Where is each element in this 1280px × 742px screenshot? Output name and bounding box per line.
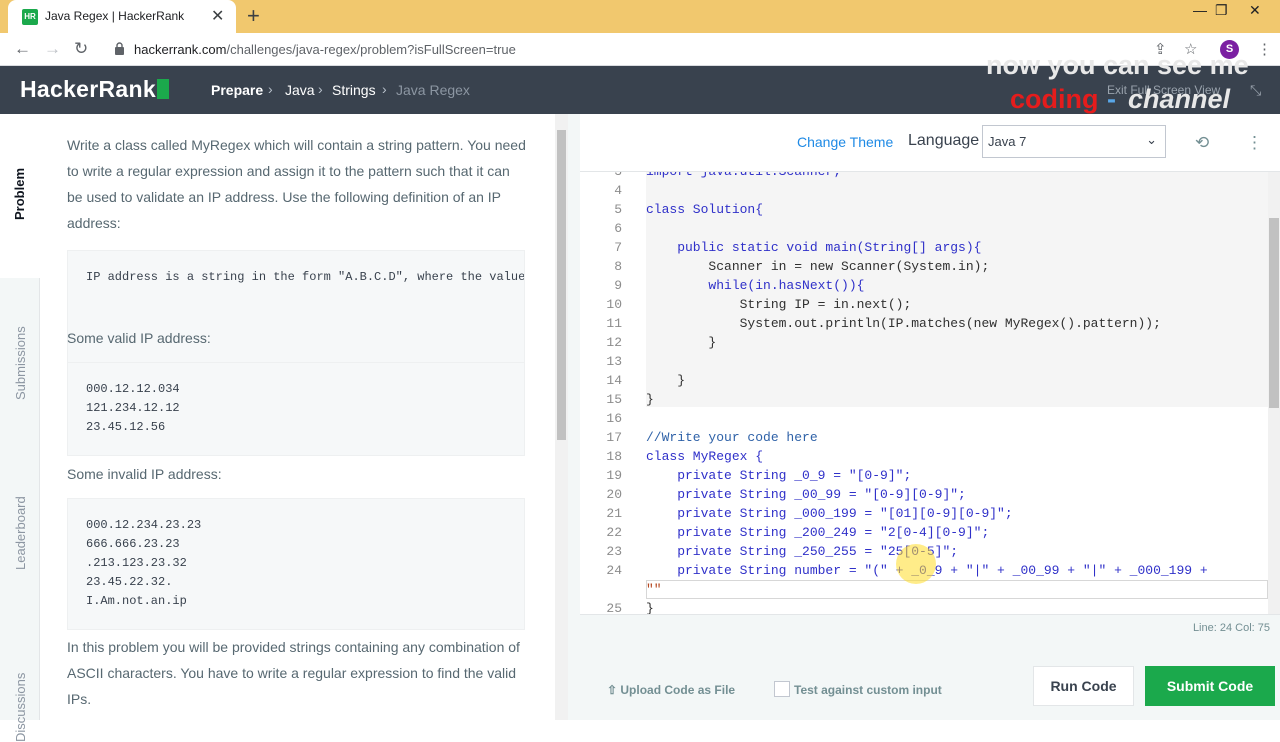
lock-icon (115, 42, 124, 55)
editor-toolbar: Change Theme Language Java 7 ⌄ ⟲ ⋮ (580, 114, 1280, 172)
code-line[interactable]: 17//Write your code here (580, 428, 1268, 447)
browser-tab-bar: HR Java Regex | HackerRank ✕ + — ❐ ✕ (0, 0, 1280, 33)
hackerrank-logo[interactable]: HackerRank (20, 76, 169, 103)
vscroll-thumb[interactable] (557, 130, 566, 440)
code-line[interactable]: 13 (580, 352, 1268, 371)
logo-block-icon (156, 79, 169, 99)
language-select[interactable]: Java 7 ⌄ (982, 125, 1166, 158)
code-line[interactable]: 20 private String _00_99 = "[0-9][0-9]"; (580, 485, 1268, 504)
chevron-right-icon: › (318, 81, 323, 97)
code-line[interactable]: 15} (580, 390, 1268, 409)
valid-examples-box: 000.12.12.034 121.234.12.12 23.45.12.56 (67, 362, 525, 456)
browser-tab[interactable]: HR Java Regex | HackerRank ✕ (8, 0, 236, 33)
reload-icon[interactable]: ↻ (74, 39, 88, 59)
breadcrumb-java[interactable]: Java (285, 82, 315, 98)
problem-pane: Write a class called MyRegex which will … (40, 114, 570, 720)
watermark-dash: - (1107, 84, 1116, 114)
tab-leaderboard[interactable]: Leaderboard (13, 496, 28, 570)
code-line[interactable]: 3import java.util.Scanner; (580, 172, 1268, 181)
more-options-icon[interactable]: ⋮ (1246, 133, 1263, 153)
invalid-examples-box: 000.12.234.23.23 666.666.23.23 .213.123.… (67, 498, 525, 630)
code-line[interactable]: 6 (580, 219, 1268, 238)
code-line[interactable]: 10 String IP = in.next(); (580, 295, 1268, 314)
code-line[interactable]: 11 System.out.println(IP.matches(new MyR… (580, 314, 1268, 333)
valid-heading: Some valid IP address: (67, 330, 211, 346)
language-value: Java 7 (988, 134, 1027, 149)
window-close-icon[interactable]: ✕ (1249, 2, 1261, 19)
editor-pane: Change Theme Language Java 7 ⌄ ⟲ ⋮ 3impo… (580, 114, 1280, 720)
breadcrumb-java-regex: Java Regex (396, 82, 470, 98)
tab-problem[interactable]: Problem (12, 168, 27, 220)
breadcrumb-prepare[interactable]: Prepare (211, 82, 263, 98)
editor-actions: ⇧ Upload Code as File Test against custo… (580, 640, 1280, 720)
pane-splitter[interactable] (568, 114, 580, 720)
custom-input-checkbox[interactable] (774, 681, 790, 697)
tab-title: Java Regex | HackerRank (45, 9, 185, 23)
code-line[interactable]: 9 while(in.hasNext()){ (580, 276, 1268, 295)
valid-examples: 000.12.12.034 121.234.12.12 23.45.12.56 (86, 382, 180, 434)
code-line[interactable]: 19 private String _0_9 = "[0-9]"; (580, 466, 1268, 485)
tab-submissions[interactable]: Submissions (13, 326, 28, 400)
editor-status-bar: Line: 24 Col: 75 (580, 614, 1280, 640)
watermark-coding: coding (1010, 84, 1099, 114)
maximize-icon[interactable]: ❐ (1215, 2, 1228, 19)
upload-icon: ⇧ (607, 683, 621, 697)
code-line[interactable]: 8 Scanner in = new Scanner(System.in); (580, 257, 1268, 276)
url-path: /challenges/java-regex/problem?isFullScr… (226, 42, 516, 57)
chevron-down-icon: ⌄ (1146, 132, 1157, 147)
chevron-right-icon: › (382, 81, 387, 97)
new-tab-icon[interactable]: + (247, 3, 260, 29)
watermark-line1: now you can see me (986, 50, 1249, 80)
code-line[interactable]: 18 class MyRegex { (580, 447, 1268, 466)
code-line[interactable]: 5 class Solution{ (580, 200, 1268, 219)
upload-code-link[interactable]: ⇧ Upload Code as File (607, 683, 735, 697)
invalid-heading: Some invalid IP address: (67, 466, 222, 482)
chevron-right-icon: › (268, 81, 273, 97)
problem-intro: Write a class called MyRegex which will … (67, 137, 526, 231)
browser-menu-icon[interactable]: ⋮ (1257, 40, 1272, 58)
forward-arrow-icon[interactable]: → (44, 39, 61, 59)
code-line[interactable]: 14 } (580, 371, 1268, 390)
run-code-button[interactable]: Run Code (1033, 666, 1134, 706)
change-theme-link[interactable]: Change Theme (797, 134, 893, 150)
back-arrow-icon[interactable]: ← (14, 39, 31, 59)
tab-discussions[interactable]: Discussions (13, 673, 28, 742)
ip-definition-text: IP address is a string in the form "A.B.… (86, 270, 524, 284)
minimize-icon[interactable]: — (1193, 2, 1207, 18)
code-line[interactable]: 21 private String _000_199 = "[01][0-9][… (580, 504, 1268, 523)
custom-input-label[interactable]: Test against custom input (794, 683, 942, 697)
url-field[interactable]: hackerrank.com/challenges/java-regex/pro… (134, 42, 516, 57)
problem-vscrollbar[interactable] (555, 114, 568, 720)
code-line[interactable]: 12 } (580, 333, 1268, 352)
code-editor[interactable]: 3import java.util.Scanner; 4 5class Solu… (580, 172, 1280, 640)
editor-vscroll-thumb[interactable] (1269, 218, 1279, 408)
mouse-click-highlight (896, 544, 936, 584)
problem-footer-text: In this problem you will be provided str… (67, 639, 520, 707)
watermark-channel: channel (1128, 84, 1231, 114)
close-tab-icon[interactable]: ✕ (211, 6, 224, 26)
hackerrank-favicon-icon: HR (22, 9, 38, 25)
submit-code-button[interactable]: Submit Code (1145, 666, 1275, 706)
invalid-examples: 000.12.234.23.23 666.666.23.23 .213.123.… (86, 518, 202, 608)
upload-label: Upload Code as File (620, 683, 736, 697)
code-line[interactable]: 4 (580, 181, 1268, 200)
code-line[interactable]: 22 private String _200_249 = "2[0-4][0-9… (580, 523, 1268, 542)
logo-text: HackerRank (20, 76, 156, 102)
cursor-position: Line: 24 Col: 75 (1192, 622, 1270, 634)
language-label: Language (908, 132, 980, 149)
code-line[interactable]: 7 public static void main(String[] args)… (580, 238, 1268, 257)
history-icon[interactable]: ⟲ (1195, 133, 1209, 153)
editor-vscrollbar[interactable] (1268, 172, 1280, 640)
breadcrumb-strings[interactable]: Strings (332, 82, 376, 98)
code-line-active[interactable]: "" (580, 580, 1268, 599)
url-host: hackerrank.com (134, 42, 227, 57)
code-line[interactable]: 16 (580, 409, 1268, 428)
exit-fullscreen-icon[interactable]: ⤡ (1250, 82, 1261, 99)
